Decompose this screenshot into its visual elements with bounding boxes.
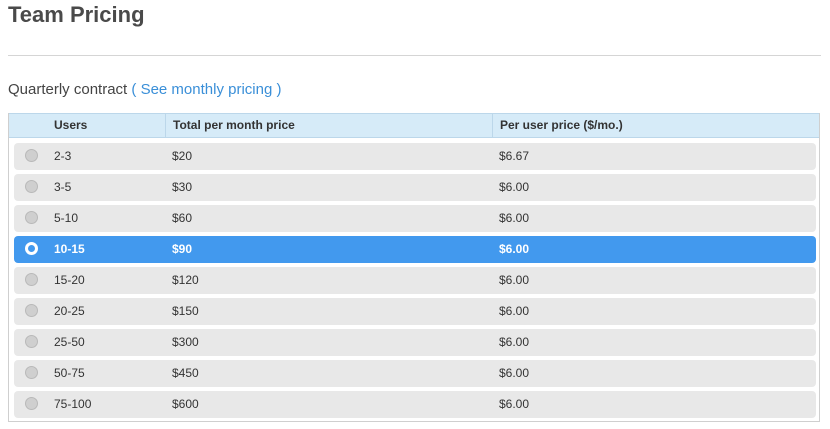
- contract-type-label: Quarterly contract: [8, 81, 128, 98]
- column-header-users: Users: [54, 118, 88, 132]
- column-header-total-per-month: Total per month price: [165, 114, 492, 137]
- open-paren: (: [131, 81, 137, 98]
- users-cell: 25-50: [54, 335, 85, 349]
- pricing-rows: 2-3 $20 $6.67 3-5 $30 $6.00 5-10 $60 $6.00 10-15 $…: [14, 143, 816, 422]
- pricing-row[interactable]: 15-20 $120 $6.00: [14, 267, 816, 294]
- pricing-row[interactable]: 3-5 $30 $6.00: [14, 174, 816, 201]
- per-user-price-cell: $6.00: [499, 366, 530, 380]
- page-title: Team Pricing: [8, 2, 145, 27]
- pricing-row[interactable]: 75-100 $600 $6.00: [14, 391, 816, 418]
- per-user-price-cell: $6.00: [499, 180, 530, 194]
- per-user-price-cell: $6.00: [499, 335, 530, 349]
- close-paren: ): [276, 81, 282, 98]
- per-user-price-cell: $6.00: [499, 273, 530, 287]
- table-header: Users Total per month price Per user pri…: [9, 113, 819, 138]
- users-cell: 3-5: [54, 180, 72, 194]
- users-cell: 20-25: [54, 304, 85, 318]
- radio-button[interactable]: [25, 366, 38, 379]
- total-price-cell: $300: [172, 335, 199, 349]
- pricing-row[interactable]: 10-15 $90 $6.00: [14, 236, 816, 263]
- title-divider: [8, 55, 821, 56]
- pricing-row[interactable]: 2-3 $20 $6.67: [14, 143, 816, 170]
- column-header-per-user-price: Per user price ($/mo.): [492, 114, 819, 137]
- users-cell: 5-10: [54, 211, 79, 225]
- pricing-row[interactable]: 25-50 $300 $6.00: [14, 329, 816, 356]
- pricing-row[interactable]: 50-75 $450 $6.00: [14, 360, 816, 387]
- per-user-price-cell: $6.00: [499, 397, 530, 411]
- radio-button[interactable]: [25, 397, 38, 410]
- radio-button[interactable]: [25, 335, 38, 348]
- total-price-cell: $90: [172, 242, 193, 256]
- see-monthly-pricing-link[interactable]: See monthly pricing: [141, 81, 273, 98]
- per-user-price-cell: $6.00: [499, 211, 530, 225]
- per-user-price-cell: $6.00: [499, 242, 530, 256]
- total-price-cell: $30: [172, 180, 193, 194]
- radio-button[interactable]: [25, 211, 38, 224]
- per-user-price-cell: $6.67: [499, 149, 530, 163]
- total-price-cell: $450: [172, 366, 199, 380]
- radio-button[interactable]: [25, 242, 38, 255]
- per-user-price-cell: $6.00: [499, 304, 530, 318]
- total-price-cell: $120: [172, 273, 199, 287]
- radio-button[interactable]: [25, 180, 38, 193]
- pricing-row[interactable]: 5-10 $60 $6.00: [14, 205, 816, 232]
- pricing-row[interactable]: 20-25 $150 $6.00: [14, 298, 816, 325]
- total-price-cell: $60: [172, 211, 193, 225]
- contract-line: Quarterly contract ( See monthly pricing…: [8, 80, 281, 100]
- radio-button[interactable]: [25, 273, 38, 286]
- total-price-cell: $20: [172, 149, 193, 163]
- total-price-cell: $600: [172, 397, 199, 411]
- users-cell: 75-100: [54, 397, 92, 411]
- users-cell: 50-75: [54, 366, 85, 380]
- radio-button[interactable]: [25, 304, 38, 317]
- users-cell: 2-3: [54, 149, 72, 163]
- users-cell: 10-15: [54, 242, 85, 256]
- pricing-table: Users Total per month price Per user pri…: [8, 113, 820, 422]
- users-cell: 15-20: [54, 273, 85, 287]
- radio-button[interactable]: [25, 149, 38, 162]
- total-price-cell: $150: [172, 304, 199, 318]
